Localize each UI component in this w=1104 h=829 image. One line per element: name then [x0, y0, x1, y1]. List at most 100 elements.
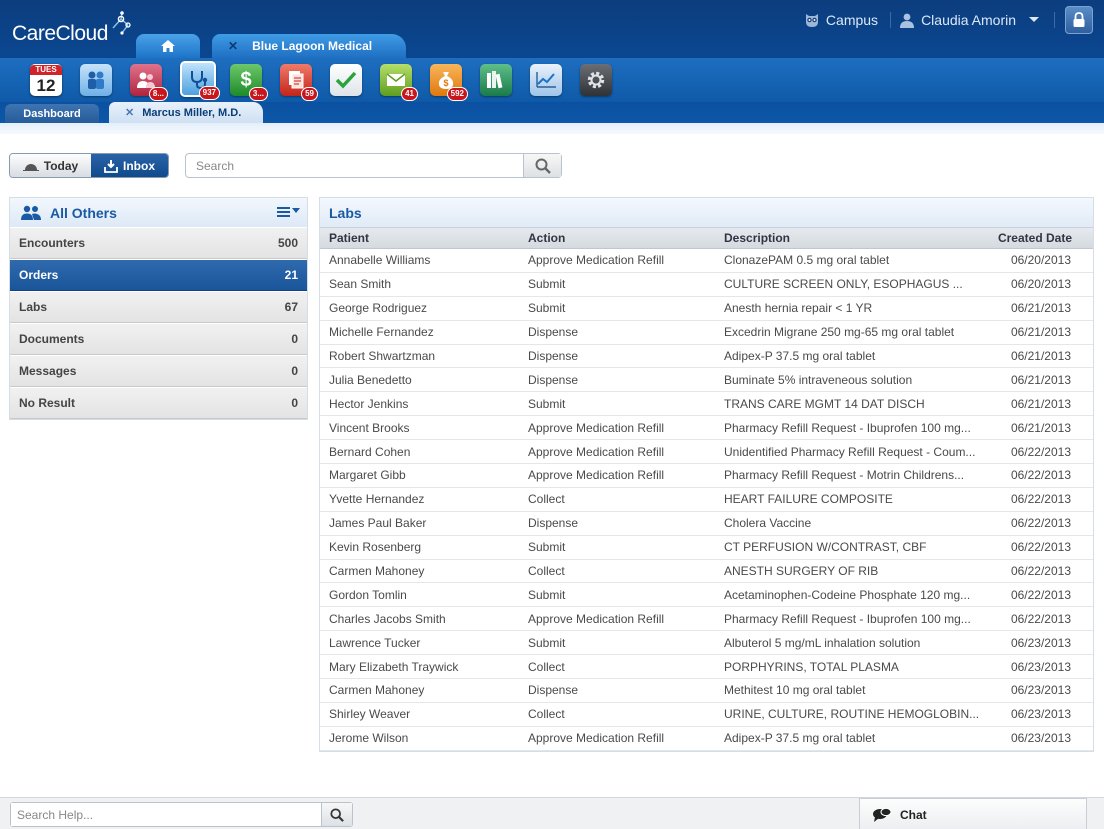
category-orders[interactable]: Orders 21 [10, 259, 307, 291]
action-cell: Collect [528, 564, 565, 579]
table-row[interactable]: Charles Jacobs Smith Approve Medication R… [320, 607, 1093, 632]
table-row[interactable]: Annabelle Williams Approve Medication Ref… [320, 249, 1093, 273]
action-cell: Approve Medication Refill [528, 731, 665, 746]
action-cell: Dispense [528, 372, 579, 387]
search-input[interactable] [186, 154, 523, 177]
tab-dashboard[interactable]: Dashboard [5, 104, 99, 123]
tab-marcus-miller[interactable]: ✕ Marcus Miller, M.D. [109, 102, 264, 123]
table-row[interactable]: George Rodriguez Submit Anesth hernia repa… [320, 296, 1093, 321]
category-no-result[interactable]: No Result 0 [10, 387, 307, 419]
list-menu-icon[interactable] [277, 206, 301, 218]
campus-link[interactable]: Campus [804, 12, 892, 28]
category-label: Orders [19, 268, 59, 282]
table-row[interactable]: Carmen Mahoney Collect ANESTH SURGERY OF R… [320, 559, 1093, 584]
column-header-description[interactable]: Description [716, 231, 978, 245]
action-cell: Collect [528, 492, 565, 507]
table-row[interactable]: Vincent Brooks Approve Medication Refill P… [320, 416, 1093, 441]
table-row[interactable]: Mary Elizabeth Traywick Collect PORPHYRINS… [320, 655, 1093, 680]
column-header-created-date[interactable]: Created Date [978, 231, 1093, 245]
table-row[interactable]: Robert Shwartzman Dispense Adipex-P 37.5 m… [320, 344, 1093, 369]
carecloud-logo[interactable]: CareCloud [12, 22, 108, 46]
created-date-cell: 06/22/2013 [1010, 492, 1071, 507]
description-cell: Buminate 5% intraveneous solution [724, 372, 913, 387]
settings-gear-icon[interactable] [580, 64, 612, 96]
table-row[interactable]: Sean Smith Submit CULTURE SCREEN ONLY, ESO… [320, 272, 1093, 297]
close-icon[interactable]: ✕ [228, 39, 238, 53]
inbox-button[interactable]: Inbox [91, 154, 168, 177]
search-icon [535, 158, 551, 174]
reports-chart-icon[interactable] [530, 64, 562, 96]
home-tab[interactable] [136, 34, 200, 58]
action-cell: Submit [528, 635, 566, 650]
action-cell: Approve Medication Refill [528, 253, 665, 268]
table-row[interactable]: Michelle Fernandez Dispense Excedrin Migra… [320, 320, 1093, 345]
action-cell: Dispense [528, 349, 579, 363]
module-toolbar: TUES 12 8... 937 $ 3... 59 41 $ 592 [0, 58, 1104, 102]
table-row[interactable]: Hector Jenkins Submit TRANS CARE MGMT 14 D… [320, 392, 1093, 417]
category-count: 0 [291, 396, 298, 410]
created-date-cell: 06/21/2013 [1010, 349, 1071, 363]
column-header-patient[interactable]: Patient [320, 231, 519, 245]
user-menu[interactable]: Claudia Amorin [899, 12, 1055, 28]
stethoscope-icon[interactable]: 937 [180, 61, 220, 100]
table-row[interactable]: Carmen Mahoney Dispense Methitest 10 mg or… [320, 679, 1093, 703]
documents-icon[interactable]: 59 [280, 64, 318, 101]
chat-button[interactable]: Chat [859, 798, 1087, 829]
category-labs[interactable]: Labs 67 [10, 291, 307, 323]
users-group-icon[interactable]: 8... [130, 64, 168, 101]
billing-dollar-icon[interactable]: $ 3... [230, 64, 268, 101]
action-cell: Dispense [528, 683, 579, 698]
table-row[interactable]: Kevin Rosenberg Submit CT PERFUSION W/CONT… [320, 535, 1093, 560]
help-search-input[interactable] [11, 803, 321, 826]
today-button[interactable]: Today [10, 154, 91, 177]
action-cell: Collect [528, 707, 565, 722]
table-row[interactable]: Bernard Cohen Approve Medication Refill Un… [320, 440, 1093, 465]
description-cell: Pharmacy Refill Request - Ibuprofen 100 … [724, 611, 971, 626]
table-row[interactable]: Yvette Hernandez Collect HEART FAILURE COM… [320, 487, 1093, 512]
category-encounters[interactable]: Encounters 500 [10, 227, 307, 259]
patient-cell: Mary Elizabeth Traywick [329, 659, 459, 674]
chat-label: Chat [900, 807, 927, 822]
created-date-cell: 06/22/2013 [1010, 587, 1071, 602]
context-tab-label: Blue Lagoon Medical [252, 39, 373, 53]
calendar-icon[interactable]: TUES 12 [30, 64, 62, 96]
documents-badge: 59 [301, 87, 318, 101]
money-badge: 592 [446, 87, 468, 101]
search-box [185, 153, 562, 178]
table-row[interactable]: Jerome Wilson Approve Medication Refill Ad… [320, 726, 1093, 751]
money-bag-icon[interactable]: $ 592 [430, 64, 468, 101]
lock-screen-button[interactable] [1065, 6, 1093, 34]
table-row[interactable]: Margaret Gibb Approve Medication Refill Ph… [320, 464, 1093, 488]
inbox-download-icon [104, 159, 118, 173]
library-icon[interactable] [480, 64, 512, 96]
close-icon[interactable]: ✕ [125, 106, 134, 119]
created-date-cell: 06/22/2013 [1010, 564, 1071, 579]
top-right-bar: Campus Claudia Amorin [804, 0, 1104, 40]
view-toggle: Today Inbox [9, 153, 169, 178]
table-row[interactable]: Lawrence Tucker Submit Albuterol 5 mg/mL i… [320, 631, 1093, 656]
column-header-action[interactable]: Action [519, 231, 716, 245]
owl-icon [805, 14, 818, 27]
description-cell: CT PERFUSION W/CONTRAST, CBF [724, 540, 927, 555]
created-date-cell: 06/20/2013 [1010, 253, 1071, 268]
table-row[interactable]: James Paul Baker Dispense Cholera Vaccine 0… [320, 511, 1093, 536]
patients-icon[interactable] [80, 64, 112, 96]
svg-text:$: $ [443, 78, 448, 88]
action-cell: Dispense [528, 516, 579, 531]
tab-blue-lagoon-medical[interactable]: ✕ Blue Lagoon Medical [212, 34, 407, 58]
category-documents[interactable]: Documents 0 [10, 323, 307, 355]
tasks-check-icon[interactable] [330, 64, 362, 96]
action-cell: Submit [528, 587, 566, 602]
description-cell: Methitest 10 mg oral tablet [724, 683, 866, 698]
logo-network-icon [112, 11, 131, 35]
messages-icon[interactable]: 41 [380, 64, 418, 101]
description-cell: PORPHYRINS, TOTAL PLASMA [724, 659, 899, 674]
table-row[interactable]: Gordon Tomlin Submit Acetaminophen-Codeine… [320, 583, 1093, 608]
help-search-button[interactable] [321, 803, 352, 826]
category-messages[interactable]: Messages 0 [10, 355, 307, 387]
table-row[interactable]: Julia Benedetto Dispense Buminate 5% intra… [320, 368, 1093, 393]
category-label: Labs [19, 300, 48, 314]
table-row[interactable]: Shirley Weaver Collect URINE, CULTURE, ROU… [320, 702, 1093, 727]
search-button[interactable] [523, 154, 561, 177]
header-divider [0, 123, 1104, 134]
